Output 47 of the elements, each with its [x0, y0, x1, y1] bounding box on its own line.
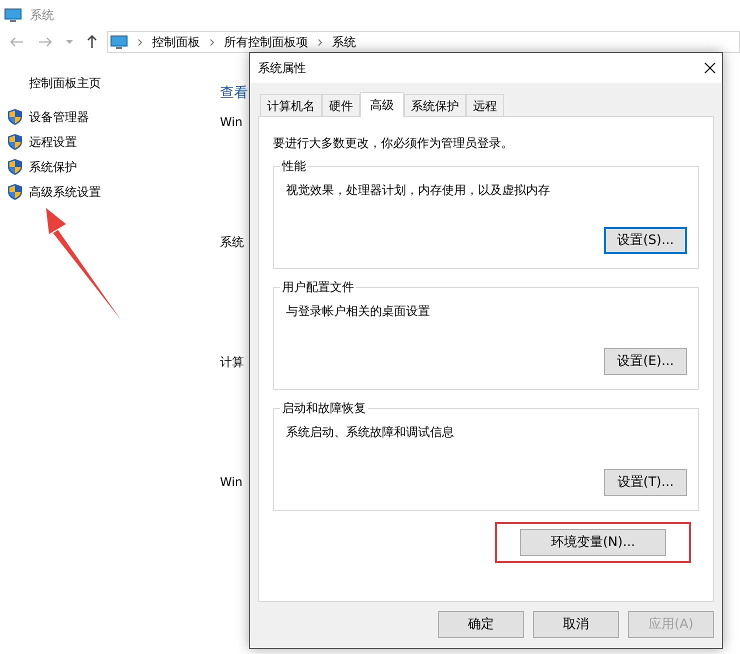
section-heading: Win — [220, 114, 243, 131]
dialog-button[interactable]: 设置(S)... — [604, 227, 687, 254]
dialog-button[interactable]: 设置(E)... — [604, 348, 687, 375]
tab[interactable]: 高级 — [360, 92, 404, 117]
group-title: 用户配置文件 — [280, 279, 356, 295]
dialog-button[interactable]: 设置(T)... — [604, 469, 687, 496]
page-heading: 查看 — [220, 84, 248, 103]
breadcrumb[interactable]: 系统 — [332, 33, 356, 51]
group-description: 系统启动、系统故障和调试信息 — [286, 424, 455, 441]
section-heading: 系统 — [220, 234, 244, 251]
shield-icon — [8, 159, 22, 175]
computer-icon — [110, 34, 128, 50]
environment-variables-button[interactable]: 环境变量(N)... — [520, 529, 666, 556]
group-description: 与登录帐户相关的桌面设置 — [286, 303, 431, 320]
chevron-icon — [138, 38, 142, 46]
notice-text: 要进行大多数更改，你必须作为管理员登录。 — [273, 135, 514, 152]
sidebar-link[interactable]: 设备管理器 — [29, 108, 89, 126]
monitor-icon — [4, 8, 22, 22]
section-heading: 计算 — [220, 354, 244, 371]
sidebar-link[interactable]: 远程设置 — [29, 133, 77, 151]
shield-icon — [8, 134, 22, 150]
shield-icon — [8, 184, 22, 200]
sidebar-link[interactable]: 高级系统设置 — [29, 183, 101, 201]
window-title: 系统 — [30, 7, 54, 24]
sidebar-link[interactable]: 系统保护 — [29, 158, 77, 176]
shield-icon — [8, 109, 22, 125]
dialog-button[interactable]: 取消 — [533, 611, 619, 638]
close-icon[interactable] — [704, 62, 716, 74]
caret-icon[interactable] — [66, 40, 73, 44]
tab[interactable]: 计算机名 — [260, 94, 322, 116]
group-title: 启动和故障恢复 — [280, 400, 368, 416]
group-description: 视觉效果，处理器计划，内存使用，以及虚拟内存 — [286, 182, 551, 199]
tab[interactable]: 系统保护 — [404, 94, 466, 116]
section-heading: Win — [220, 474, 243, 491]
back-icon[interactable] — [10, 37, 24, 47]
chevron-icon — [318, 38, 322, 46]
breadcrumb[interactable]: 所有控制面板项 — [224, 33, 308, 51]
tab[interactable]: 远程 — [466, 94, 504, 116]
forward-icon[interactable] — [38, 37, 52, 47]
sidebar-home-link[interactable]: 控制面板主页 — [8, 74, 222, 94]
tab[interactable]: 硬件 — [322, 94, 360, 116]
dialog-button[interactable]: 确定 — [438, 611, 524, 638]
up-icon[interactable] — [87, 35, 97, 49]
group-title: 性能 — [280, 158, 308, 174]
dialog-title: 系统属性 — [258, 60, 306, 77]
breadcrumb[interactable]: 控制面板 — [152, 33, 200, 51]
chevron-icon — [210, 38, 214, 46]
